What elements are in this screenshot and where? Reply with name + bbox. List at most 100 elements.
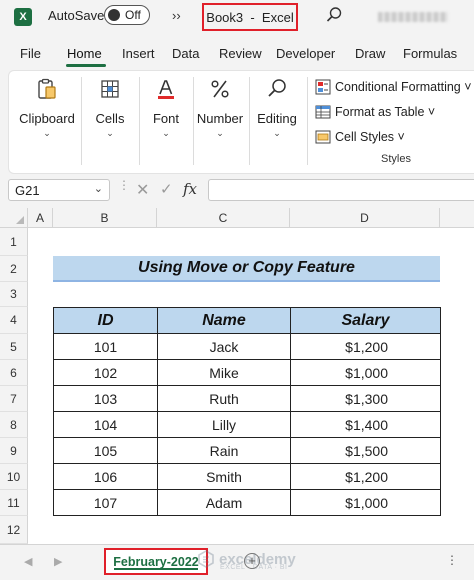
editing-group: Editing ⌄ bbox=[251, 71, 303, 173]
name-box[interactable]: G21 ⌄ bbox=[8, 179, 110, 201]
cell-id[interactable]: 103 bbox=[53, 385, 158, 412]
clipboard-button[interactable]: Clipboard ⌄ bbox=[15, 77, 79, 139]
more-options-icon[interactable]: ⋮ bbox=[446, 553, 458, 567]
search-icon bbox=[268, 79, 286, 97]
sheet-tab-active[interactable]: February-2022 bbox=[104, 548, 208, 575]
autosave-toggle[interactable]: Off bbox=[104, 5, 150, 25]
sheet-title-banner[interactable]: Using Move or Copy Feature bbox=[53, 256, 440, 282]
autosave-state: Off bbox=[125, 8, 141, 22]
cell-salary[interactable]: $1,400 bbox=[290, 411, 441, 438]
row-header[interactable]: 3 bbox=[0, 282, 28, 307]
chevron-down-icon[interactable]: ⌄ bbox=[94, 182, 103, 195]
table-row: 106 Smith $1,200 bbox=[53, 463, 441, 490]
font-icon bbox=[158, 80, 174, 99]
add-sheet-icon[interactable]: + bbox=[244, 553, 260, 569]
employee-table: ID Name Salary 101 Jack $1,200 102 Mike … bbox=[53, 307, 441, 516]
more-commands-button[interactable]: ›› bbox=[172, 8, 181, 23]
formula-input[interactable] bbox=[208, 179, 474, 201]
ribbon-divider bbox=[81, 77, 82, 165]
cell-salary[interactable]: $1,000 bbox=[290, 489, 441, 516]
row-header[interactable]: 11 bbox=[0, 490, 28, 516]
scroll-sheets-left-icon[interactable]: ◀ bbox=[24, 555, 32, 568]
name-box-value: G21 bbox=[15, 183, 40, 198]
tab-insert[interactable]: Insert bbox=[122, 46, 155, 61]
cell-id[interactable]: 102 bbox=[53, 359, 158, 386]
tab-file[interactable]: File bbox=[20, 46, 41, 61]
cell-id[interactable]: 101 bbox=[53, 333, 158, 360]
font-group: Font ⌄ bbox=[141, 71, 191, 173]
row-header[interactable]: 8 bbox=[0, 412, 28, 438]
row-header[interactable]: 10 bbox=[0, 464, 28, 490]
row-header[interactable]: 6 bbox=[0, 360, 28, 386]
tab-data[interactable]: Data bbox=[172, 46, 199, 61]
search-icon[interactable] bbox=[325, 6, 343, 24]
cells-button[interactable]: Cells ⌄ bbox=[83, 77, 137, 139]
font-button[interactable]: Font ⌄ bbox=[141, 77, 191, 139]
column-header-overflow bbox=[440, 208, 474, 228]
conditional-formatting-button[interactable]: Conditional Formatting ˅ bbox=[315, 77, 472, 97]
column-header-d[interactable]: D bbox=[290, 208, 440, 228]
cell-id[interactable]: 106 bbox=[53, 463, 158, 490]
cell-salary[interactable]: $1,200 bbox=[290, 463, 441, 490]
cell-name[interactable]: Lilly bbox=[157, 411, 291, 438]
insert-function-button[interactable]: fx bbox=[183, 180, 197, 198]
enter-icon[interactable]: ✓ bbox=[160, 180, 173, 198]
column-header-c[interactable]: C bbox=[157, 208, 290, 228]
conditional-formatting-label: Conditional Formatting ˅ bbox=[335, 80, 472, 94]
cell-salary[interactable]: $1,300 bbox=[290, 385, 441, 412]
number-button[interactable]: Number ⌄ bbox=[195, 77, 245, 139]
font-label: Font bbox=[152, 111, 179, 126]
column-header-b[interactable]: B bbox=[53, 208, 157, 228]
account-name-blurred bbox=[378, 12, 448, 22]
tab-developer[interactable]: Developer bbox=[276, 46, 335, 61]
tab-formulas[interactable]: Formulas bbox=[403, 46, 457, 61]
chevron-down-icon: ⌄ bbox=[106, 128, 114, 138]
cell-styles-icon bbox=[315, 130, 331, 144]
cell-name[interactable]: Ruth bbox=[157, 385, 291, 412]
tab-draw[interactable]: Draw bbox=[355, 46, 385, 61]
cell-id[interactable]: 107 bbox=[53, 489, 158, 516]
title-bar: X AutoSave Off ›› Book3 - Excel bbox=[0, 0, 474, 34]
table-row: 102 Mike $1,000 bbox=[53, 359, 441, 386]
row-header[interactable]: 1 bbox=[0, 228, 28, 256]
header-salary[interactable]: Salary bbox=[290, 307, 441, 334]
header-name[interactable]: Name bbox=[157, 307, 291, 334]
cell-id[interactable]: 104 bbox=[53, 411, 158, 438]
cell-id[interactable]: 105 bbox=[53, 437, 158, 464]
conditional-formatting-icon bbox=[315, 79, 331, 95]
row-header[interactable]: 12 bbox=[0, 516, 28, 544]
row-header[interactable]: 4 bbox=[0, 307, 28, 334]
cell-salary[interactable]: $1,200 bbox=[290, 333, 441, 360]
row-header[interactable]: 9 bbox=[0, 438, 28, 464]
cell-name[interactable]: Jack bbox=[157, 333, 291, 360]
table-row: 104 Lilly $1,400 bbox=[53, 411, 441, 438]
column-header-a[interactable]: A bbox=[28, 208, 53, 228]
row-header[interactable]: 2 bbox=[0, 256, 28, 282]
header-id[interactable]: ID bbox=[53, 307, 158, 334]
cell-name[interactable]: Rain bbox=[157, 437, 291, 464]
row-header[interactable]: 5 bbox=[0, 334, 28, 360]
select-all-corner[interactable] bbox=[0, 208, 28, 228]
clipboard-icon bbox=[38, 78, 56, 99]
cell-name[interactable]: Mike bbox=[157, 359, 291, 386]
scroll-sheets-right-icon[interactable]: ▶ bbox=[54, 555, 62, 568]
cell-name[interactable]: Smith bbox=[157, 463, 291, 490]
cell-styles-button[interactable]: Cell Styles ˅ bbox=[315, 127, 405, 147]
excel-logo-icon: X bbox=[14, 8, 32, 26]
cell-salary[interactable]: $1,500 bbox=[290, 437, 441, 464]
table-row: 107 Adam $1,000 bbox=[53, 489, 441, 516]
ribbon-divider bbox=[307, 77, 308, 165]
formula-bar-grip-icon[interactable]: ⋮ bbox=[118, 179, 130, 191]
cell-salary[interactable]: $1,000 bbox=[290, 359, 441, 386]
cells-group: Cells ⌄ bbox=[83, 71, 137, 173]
cancel-icon[interactable]: ✕ bbox=[136, 180, 149, 200]
table-row: 103 Ruth $1,300 bbox=[53, 385, 441, 412]
worksheet-grid[interactable]: A B C D 1 2 3 4 5 6 7 8 9 10 11 12 Using… bbox=[0, 208, 474, 544]
tab-home[interactable]: Home bbox=[67, 46, 102, 61]
active-tab-indicator bbox=[66, 64, 106, 67]
editing-button[interactable]: Editing ⌄ bbox=[251, 77, 303, 139]
tab-review[interactable]: Review bbox=[219, 46, 262, 61]
row-header[interactable]: 7 bbox=[0, 386, 28, 412]
format-as-table-button[interactable]: Format as Table ˅ bbox=[315, 102, 435, 122]
cell-name[interactable]: Adam bbox=[157, 489, 291, 516]
